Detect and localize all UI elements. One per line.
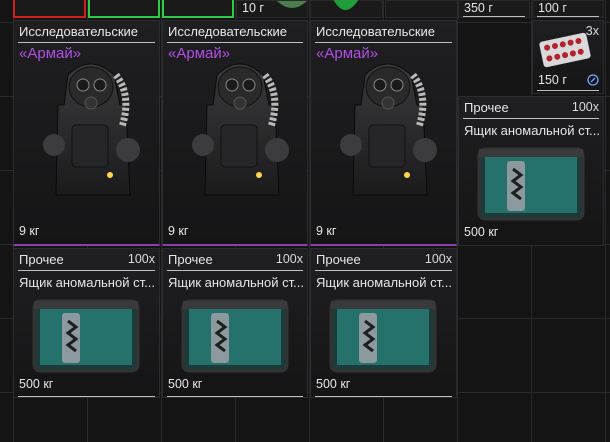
item-weight: 500 кг xyxy=(464,225,499,239)
anomaly-crate-icon xyxy=(181,299,289,373)
item-weight: 9 кг xyxy=(168,224,189,238)
item-weight: 500 кг xyxy=(168,377,203,391)
anomaly-crate-icon xyxy=(32,299,140,373)
armor-item-card[interactable]: Исследовательские «Армай» 9 кг xyxy=(13,20,160,246)
item-weight: 9 кг xyxy=(316,224,337,238)
armor-vest-icon xyxy=(43,63,140,196)
info-icon[interactable] xyxy=(587,74,599,86)
item-quantity: 100x xyxy=(571,100,599,114)
crate-item-card[interactable]: Прочее 100x Ящик аномальной ст... 500 кг xyxy=(458,96,604,246)
inventory-slot-green[interactable] xyxy=(88,0,160,18)
item-category: Прочее xyxy=(168,252,213,267)
item-name: Ящик аномальной ст... xyxy=(19,275,155,290)
inventory-slot-item[interactable]: 10 г xyxy=(236,0,308,18)
inventory-slot-green[interactable] xyxy=(162,0,234,18)
item-name: Ящик аномальной ст... xyxy=(316,275,452,290)
item-weight: 500 кг xyxy=(19,377,54,391)
crate-item-card[interactable]: Прочее 100x Ящик аномальной ст... 500 кг xyxy=(162,248,308,398)
item-category: Прочее xyxy=(316,252,361,267)
item-weight: 500 кг xyxy=(316,377,351,391)
item-category: Прочее xyxy=(19,252,64,267)
item-weight: 9 кг xyxy=(19,224,40,238)
item-weight: 350 г xyxy=(464,1,493,15)
inventory-slot-item[interactable]: 350 г xyxy=(458,0,530,18)
anomaly-crate-icon xyxy=(477,147,585,221)
item-category: Прочее xyxy=(464,100,509,115)
inventory-slot-item[interactable] xyxy=(310,0,383,18)
item-category: Исследовательские xyxy=(168,24,288,39)
inventory-slot-item[interactable]: 100 г xyxy=(532,0,604,18)
leaf-item-icon xyxy=(333,0,359,10)
armor-vest-icon xyxy=(340,63,437,196)
item-edge-icon xyxy=(277,1,307,8)
armor-item-card[interactable]: Исследовательские «Армай» 9 кг xyxy=(162,20,308,246)
crate-item-card[interactable]: Прочее 100x Ящик аномальной ст... 500 кг xyxy=(310,248,457,398)
item-quantity: 100x xyxy=(275,252,303,266)
item-quantity: 100x xyxy=(127,252,155,266)
item-name: Ящик аномальной ст... xyxy=(464,123,600,138)
item-weight: 150 г xyxy=(538,73,567,87)
inventory-slot-red[interactable] xyxy=(13,0,86,18)
pills-blister-icon xyxy=(539,32,591,68)
item-weight: 100 г xyxy=(538,1,567,15)
pills-item-card[interactable]: 3x 150 г xyxy=(532,20,604,94)
item-quantity: 100x xyxy=(424,252,452,266)
crate-item-card[interactable]: Прочее 100x Ящик аномальной ст... 500 кг xyxy=(13,248,160,398)
item-category: Исследовательские xyxy=(316,24,436,39)
armor-vest-icon xyxy=(192,63,289,196)
inventory-slot-empty[interactable] xyxy=(385,0,458,18)
item-category: Исследовательские xyxy=(19,24,139,39)
armor-item-card[interactable]: Исследовательские «Армай» 9 кг xyxy=(310,20,457,246)
item-weight: 10 г xyxy=(242,1,264,15)
anomaly-crate-icon xyxy=(329,299,437,373)
item-name: Ящик аномальной ст... xyxy=(168,275,304,290)
